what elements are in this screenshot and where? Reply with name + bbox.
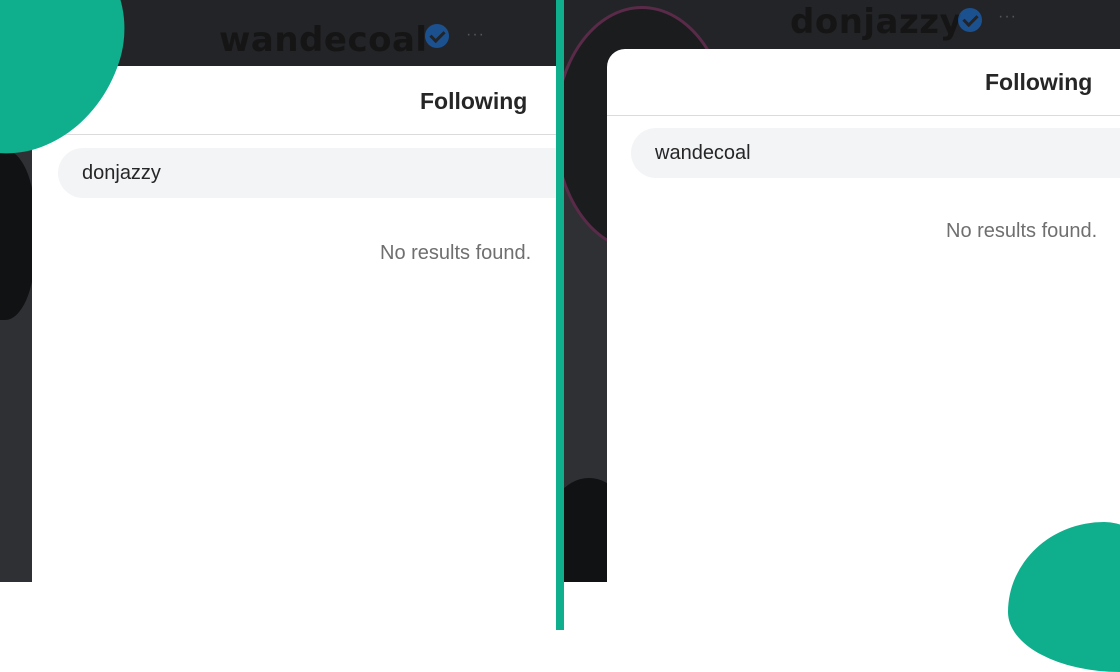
divider	[556, 0, 564, 630]
avatar	[0, 150, 35, 320]
no-results-message: No results found.	[380, 242, 532, 264]
following-modal: Following donjazzy No results found.	[32, 66, 556, 596]
verified-badge-icon	[958, 8, 982, 32]
right-screenshot: donjazzy ··· Following wandecoal No resu…	[564, 0, 1120, 630]
modal-title: Following	[420, 88, 528, 114]
profile-username: wandecoal	[219, 20, 428, 60]
search-input[interactable]: wandecoal	[631, 128, 1120, 178]
modal-title: Following	[985, 69, 1093, 95]
more-options-icon[interactable]: ···	[998, 8, 1017, 26]
left-screenshot: wandecoal ··· Following donjazzy No resu…	[0, 0, 556, 630]
profile-username: donjazzy	[790, 2, 963, 42]
no-results-message: No results found.	[946, 220, 1098, 242]
bottom-strip	[0, 582, 556, 630]
search-input[interactable]: donjazzy	[58, 148, 556, 198]
following-modal: Following wandecoal No results found.	[607, 49, 1120, 609]
more-options-icon[interactable]: ···	[466, 26, 485, 44]
modal-header: Following	[607, 49, 1120, 116]
verified-badge-icon	[425, 24, 449, 48]
